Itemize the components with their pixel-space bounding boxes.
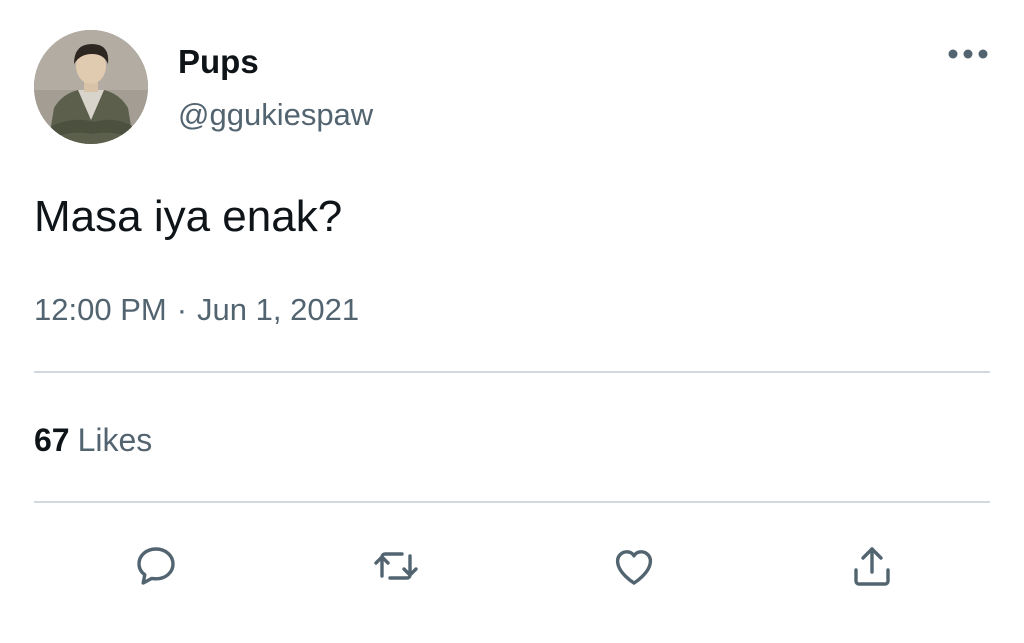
timestamp-separator: · [176,292,188,327]
share-upload-icon [854,547,890,586]
retweet-button[interactable] [368,538,424,594]
heart-icon [615,550,653,585]
tweet-time: 12:00 PM [34,292,167,327]
reply-button[interactable] [128,538,184,594]
profile-photo-icon [34,30,148,144]
share-button[interactable] [844,538,900,594]
avatar[interactable] [34,30,148,144]
divider [34,371,990,373]
likes-label: Likes [77,422,153,458]
likes-stat[interactable]: 67 Likes [34,420,152,460]
author-handle[interactable]: @ggukiespaw [178,96,373,134]
tweet-timestamp[interactable]: 12:00 PM · Jun 1, 2021 [34,290,359,330]
more-options-button[interactable] [944,38,992,70]
retweet-arrows-icon [374,552,418,580]
tweet-card: Pups @ggukiespaw Masa iya enak? 12:00 PM… [0,0,1024,643]
like-button[interactable] [606,538,662,594]
author-display-name[interactable]: Pups [178,42,259,82]
tweet-text: Masa iya enak? [34,192,343,241]
tweet-date: Jun 1, 2021 [197,292,360,327]
speech-bubble-icon [137,547,175,585]
likes-count: 67 [34,422,70,458]
divider [34,501,990,503]
ellipsis-icon [948,49,988,59]
